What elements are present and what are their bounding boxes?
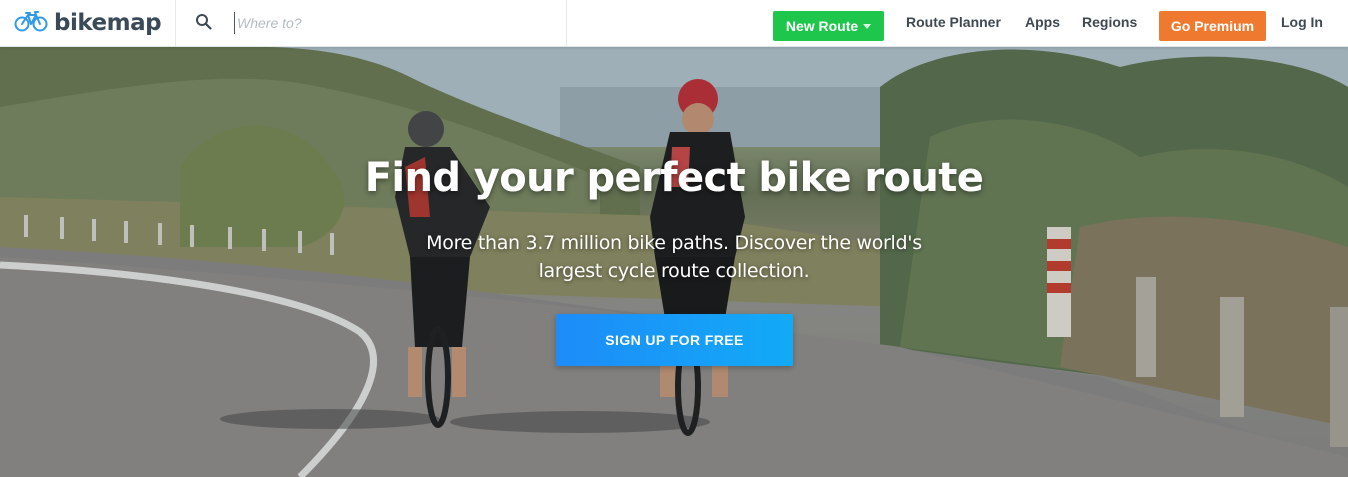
login-link[interactable]: Log In <box>1281 14 1323 30</box>
bicycle-icon <box>14 10 48 37</box>
nav-regions[interactable]: Regions <box>1082 14 1137 30</box>
nav-apps[interactable]: Apps <box>1025 14 1060 30</box>
new-route-button[interactable]: New Route <box>773 11 884 41</box>
bikemap-logo[interactable]: bikemap <box>14 8 162 38</box>
new-route-label: New Route <box>785 18 859 34</box>
search-icon[interactable] <box>195 13 213 36</box>
search-input[interactable] <box>234 12 537 34</box>
logo-text: bikemap <box>54 10 162 36</box>
hero-title: Find your perfect bike route <box>364 155 984 201</box>
sign-up-button[interactable]: SIGN UP FOR FREE <box>556 314 793 366</box>
go-premium-button[interactable]: Go Premium <box>1159 11 1266 41</box>
top-navigation-bar: bikemap New Route Route Planner Apps Reg… <box>0 0 1348 47</box>
hero-section: Find your perfect bike route More than 3… <box>0 47 1348 477</box>
chevron-down-icon <box>863 24 872 29</box>
nav-route-planner[interactable]: Route Planner <box>906 14 1001 30</box>
search-bar <box>175 0 567 46</box>
hero-subtitle: More than 3.7 million bike paths. Discov… <box>426 232 922 282</box>
